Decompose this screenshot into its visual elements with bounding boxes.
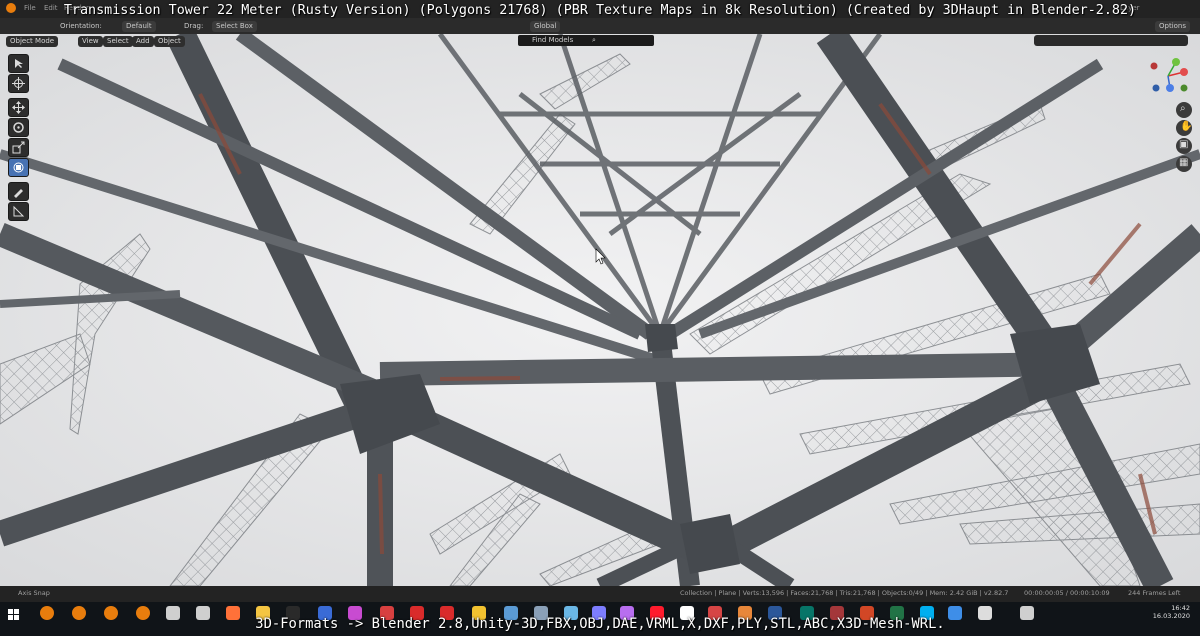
tower-render — [0, 34, 1200, 586]
axis-snap-hint: Axis Snap — [18, 589, 50, 597]
search-field[interactable]: Find Models ⌕ — [518, 35, 654, 46]
transform-tool-button[interactable] — [8, 158, 29, 177]
pan-button[interactable]: ✋ — [1176, 120, 1192, 136]
drag-label: Drag: — [184, 22, 204, 30]
zoom-button[interactable]: ⌕ — [1176, 102, 1192, 118]
add-menu[interactable]: Add — [132, 36, 154, 47]
frames-left: 244 Frames Left — [1128, 589, 1181, 597]
search-icon: ⌕ — [592, 36, 596, 44]
camera-view-button[interactable]: ▣ — [1176, 138, 1192, 154]
3d-viewport[interactable] — [0, 34, 1200, 586]
transform-space-dropdown[interactable]: Global — [530, 21, 561, 32]
grid-icon: ▦ — [1179, 157, 1189, 168]
axis-gizmo-icon — [1150, 58, 1188, 92]
orientation-dropdown[interactable]: Default — [122, 21, 156, 32]
orientation-label: Orientation: — [60, 22, 102, 30]
viewport-header: Orientation: Default Drag: Select Box Gl… — [0, 18, 1200, 34]
rotate-icon — [13, 122, 24, 133]
cursor-tool-button[interactable] — [8, 74, 29, 93]
navigation-gizmo[interactable] — [1146, 58, 1190, 94]
view-menu[interactable]: View — [78, 36, 103, 47]
rotate-tool-button[interactable] — [8, 118, 29, 137]
camera-icon: ▣ — [1179, 139, 1189, 150]
magnifier-icon: ⌕ — [1180, 103, 1186, 114]
search-input-label: Find Models — [532, 36, 574, 44]
scene-stats: Collection | Plane | Verts:13,596 | Face… — [680, 589, 1009, 597]
video-formats-overlay: 3D-Formats -> Blender 2.8,Unity-3D,FBX,O… — [255, 616, 945, 632]
ortho-toggle-button[interactable]: ▦ — [1176, 156, 1192, 172]
options-dropdown[interactable]: Options — [1155, 21, 1191, 32]
scale-icon — [12, 141, 25, 154]
hand-icon: ✋ — [1180, 121, 1193, 132]
move-tool-button[interactable] — [8, 98, 29, 117]
mode-dropdown[interactable]: Object Mode — [6, 36, 59, 47]
scale-tool-button[interactable] — [8, 138, 29, 157]
select-tool-button[interactable] — [8, 54, 29, 73]
cursor-select-icon — [15, 59, 23, 68]
measure-tool-button[interactable] — [8, 202, 29, 221]
select-menu[interactable]: Select — [103, 36, 133, 47]
crosshair-icon — [12, 77, 25, 90]
taskbar-time[interactable]: 16:42 — [1150, 604, 1190, 612]
pencil-icon — [14, 189, 23, 198]
render-timecode: 00:00:00:05 / 00:00:10:09 — [1024, 589, 1110, 597]
ruler-icon — [13, 205, 25, 217]
viewport-shading-controls[interactable] — [1034, 35, 1188, 46]
drag-dropdown[interactable]: Select Box — [212, 21, 257, 32]
object-menu[interactable]: Object — [154, 36, 185, 47]
video-title-overlay: Transmission Tower 22 Meter (Rusty Versi… — [63, 3, 1137, 18]
status-bar: Axis Snap Collection | Plane | Verts:13,… — [0, 586, 1200, 602]
transform-icon — [13, 162, 24, 173]
annotate-tool-button[interactable] — [8, 182, 29, 201]
move-arrows-icon — [12, 101, 25, 114]
